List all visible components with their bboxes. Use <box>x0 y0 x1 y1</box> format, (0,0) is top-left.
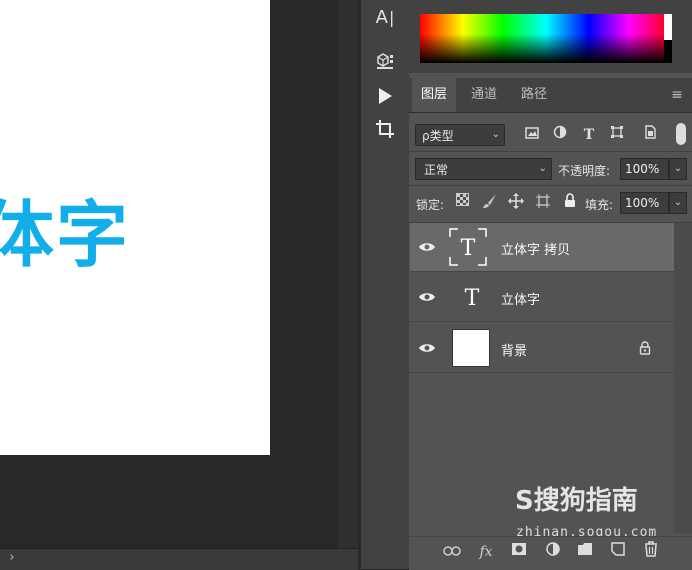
tab-layers[interactable]: 图层 <box>412 78 456 112</box>
tool-column: A | <box>360 0 410 569</box>
lock-position-move-icon[interactable] <box>506 193 526 213</box>
color-spectrum[interactable] <box>420 14 672 63</box>
add-mask-icon[interactable] <box>508 541 530 563</box>
lock-artboard-icon[interactable] <box>533 193 553 213</box>
layer-name[interactable]: 立体字 拷贝 <box>501 239 570 258</box>
play-icon[interactable] <box>361 79 409 113</box>
panel-menu-icon[interactable]: ≡ <box>668 86 686 104</box>
layers-scrollbar[interactable] <box>674 223 692 533</box>
fill-dropdown-icon[interactable]: ⌄ <box>669 192 687 214</box>
tab-paths[interactable]: 路径 <box>510 78 558 112</box>
opacity-label: 不透明度: <box>558 164 611 178</box>
layer-row-text[interactable]: T 立体字 <box>410 273 674 322</box>
text-layer-thumbnail-icon: T <box>452 277 492 317</box>
blend-mode-select[interactable]: 正常 ⌄ <box>415 158 552 180</box>
lock-label: 锁定: <box>416 198 445 212</box>
shape-filter-icon[interactable] <box>606 124 628 146</box>
crop-tool-icon[interactable] <box>361 112 409 146</box>
divider <box>409 185 692 186</box>
watermark-logo: S搜狗指南 <box>515 486 638 516</box>
fill-input[interactable]: 100% <box>620 192 669 214</box>
text-layer-thumbnail-icon: T <box>448 227 488 267</box>
tab-channels[interactable]: 通道 <box>460 78 508 112</box>
layer-name[interactable]: 背景 <box>501 340 527 359</box>
fill-label: 填充: <box>585 198 614 212</box>
opacity-dropdown-icon[interactable]: ⌄ <box>669 158 687 180</box>
svg-text:T: T <box>465 286 480 311</box>
new-layer-icon[interactable] <box>607 541 629 563</box>
layer-row-text-copy[interactable]: T 立体字 拷贝 <box>410 223 674 272</box>
chevron-down-icon: ⌄ <box>491 129 500 140</box>
type-tool-icon[interactable]: A | <box>361 0 409 34</box>
type-filter-icon[interactable]: T <box>578 124 600 146</box>
canvas-text-layer: 体字 <box>0 193 131 277</box>
color-spectrum-black[interactable] <box>664 40 672 63</box>
lock-transparent-icon[interactable] <box>452 193 472 213</box>
visibility-eye-icon[interactable] <box>418 339 436 357</box>
lock-pixels-brush-icon[interactable] <box>480 193 500 213</box>
visibility-eye-icon[interactable] <box>418 288 436 306</box>
svg-text:T: T <box>461 236 476 261</box>
image-filter-icon[interactable] <box>521 124 543 146</box>
fx-icon[interactable]: fx <box>475 541 497 563</box>
blend-mode-value: 正常 <box>424 162 449 177</box>
lock-all-icon[interactable] <box>560 193 580 213</box>
adjustment-layer-icon[interactable] <box>542 541 564 563</box>
color-spectrum-white[interactable] <box>664 14 672 40</box>
visibility-eye-icon[interactable] <box>418 238 436 256</box>
delete-layer-icon[interactable] <box>640 541 662 563</box>
3d-material-tool-icon[interactable] <box>361 44 409 78</box>
layer-row-background[interactable]: 背景 <box>410 324 674 373</box>
adjustment-filter-icon[interactable] <box>549 124 571 146</box>
new-group-icon[interactable] <box>574 541 596 563</box>
document-canvas[interactable]: 体字 <box>0 0 270 455</box>
smart-object-filter-icon[interactable] <box>639 124 661 146</box>
layer-name[interactable]: 立体字 <box>501 289 540 308</box>
background-thumbnail <box>452 329 490 367</box>
opacity-input[interactable]: 100% <box>620 158 669 180</box>
canvas-scroll-area <box>338 0 358 548</box>
link-layers-icon[interactable] <box>441 541 463 563</box>
layer-filter-select[interactable]: ρ类型 ⌄ <box>415 124 505 146</box>
filter-type-label: ρ类型 <box>422 128 454 143</box>
status-bar <box>0 548 358 570</box>
chevron-down-icon: ⌄ <box>538 163 547 174</box>
status-expand-button[interactable]: › <box>4 550 20 566</box>
filter-toggle[interactable] <box>676 123 686 145</box>
lock-icon <box>639 340 653 356</box>
divider <box>409 151 692 152</box>
